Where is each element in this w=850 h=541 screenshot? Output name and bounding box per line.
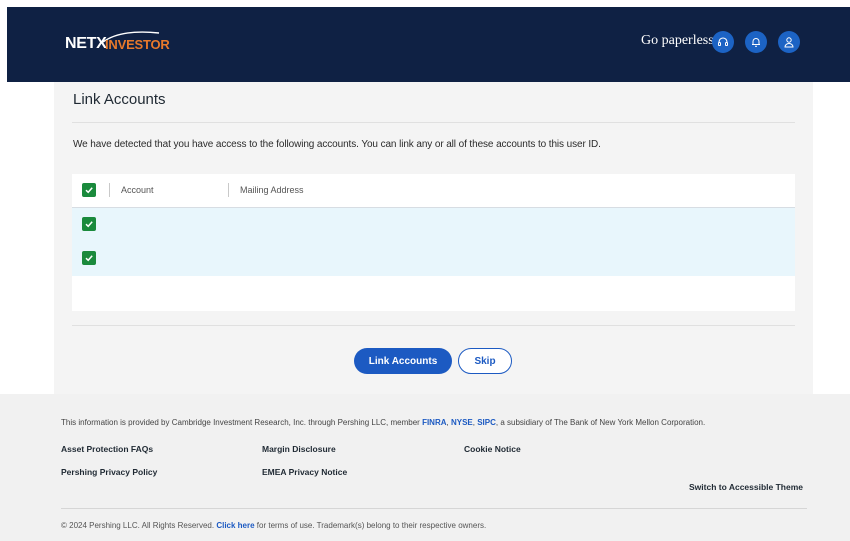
row-checkbox[interactable] <box>82 251 96 265</box>
skip-button[interactable]: Skip <box>458 348 512 374</box>
top-navigation-bar: NETX INVESTOR Go paperless <box>7 7 850 82</box>
support-icon[interactable] <box>712 31 734 53</box>
link-accounts-button[interactable]: Link Accounts <box>354 348 452 374</box>
logo-investor-text: INVESTOR <box>105 37 170 52</box>
check-icon <box>85 187 93 194</box>
copyright-prefix: © 2024 Pershing LLC. All Rights Reserved… <box>61 521 217 530</box>
sipc-link[interactable]: SIPC <box>477 418 496 427</box>
column-header-mailing-address[interactable]: Mailing Address <box>240 185 304 195</box>
footer-disclosure-prefix: This information is provided by Cambridg… <box>61 418 423 427</box>
asset-protection-faqs-link[interactable]: Asset Protection FAQs <box>61 444 153 454</box>
margin-disclosure-link[interactable]: Margin Disclosure <box>262 444 336 454</box>
copyright-suffix: for terms of use. Trademark(s) belong to… <box>254 521 487 530</box>
accounts-table: Account Mailing Address <box>72 174 795 311</box>
cookie-notice-link[interactable]: Cookie Notice <box>464 444 521 454</box>
go-paperless-link[interactable]: Go paperless <box>641 33 714 49</box>
footer-copyright: © 2024 Pershing LLC. All Rights Reserved… <box>61 521 486 530</box>
page-title: Link Accounts <box>73 91 166 108</box>
table-row[interactable] <box>72 242 795 276</box>
terms-click-here-link[interactable]: Click here <box>216 521 254 530</box>
page-description: We have detected that you have access to… <box>73 139 601 150</box>
table-row[interactable] <box>72 208 795 242</box>
pershing-privacy-policy-link[interactable]: Pershing Privacy Policy <box>61 467 157 477</box>
logo-netx-text: NETX <box>65 35 107 52</box>
switch-accessible-theme-link[interactable]: Switch to Accessible Theme <box>689 482 803 492</box>
footer-disclosure: This information is provided by Cambridg… <box>61 418 705 427</box>
row-checkbox[interactable] <box>82 217 96 231</box>
nyse-link[interactable]: NYSE <box>451 418 473 427</box>
table-empty-row <box>72 276 795 311</box>
column-divider <box>109 183 110 197</box>
emea-privacy-notice-link[interactable]: EMEA Privacy Notice <box>262 467 347 477</box>
column-header-account[interactable]: Account <box>121 185 154 195</box>
select-all-checkbox[interactable] <box>82 183 96 197</box>
title-divider <box>72 122 795 123</box>
bell-icon[interactable] <box>745 31 767 53</box>
actions-divider <box>72 325 795 326</box>
footer-disclosure-suffix: , a subsidiary of The Bank of New York M… <box>495 418 706 427</box>
table-header-row: Account Mailing Address <box>72 174 795 208</box>
column-divider <box>228 183 229 197</box>
check-icon <box>85 255 93 262</box>
finra-link[interactable]: FINRA <box>422 418 446 427</box>
user-icon[interactable] <box>778 31 800 53</box>
footer-divider <box>61 508 807 509</box>
check-icon <box>85 221 93 228</box>
